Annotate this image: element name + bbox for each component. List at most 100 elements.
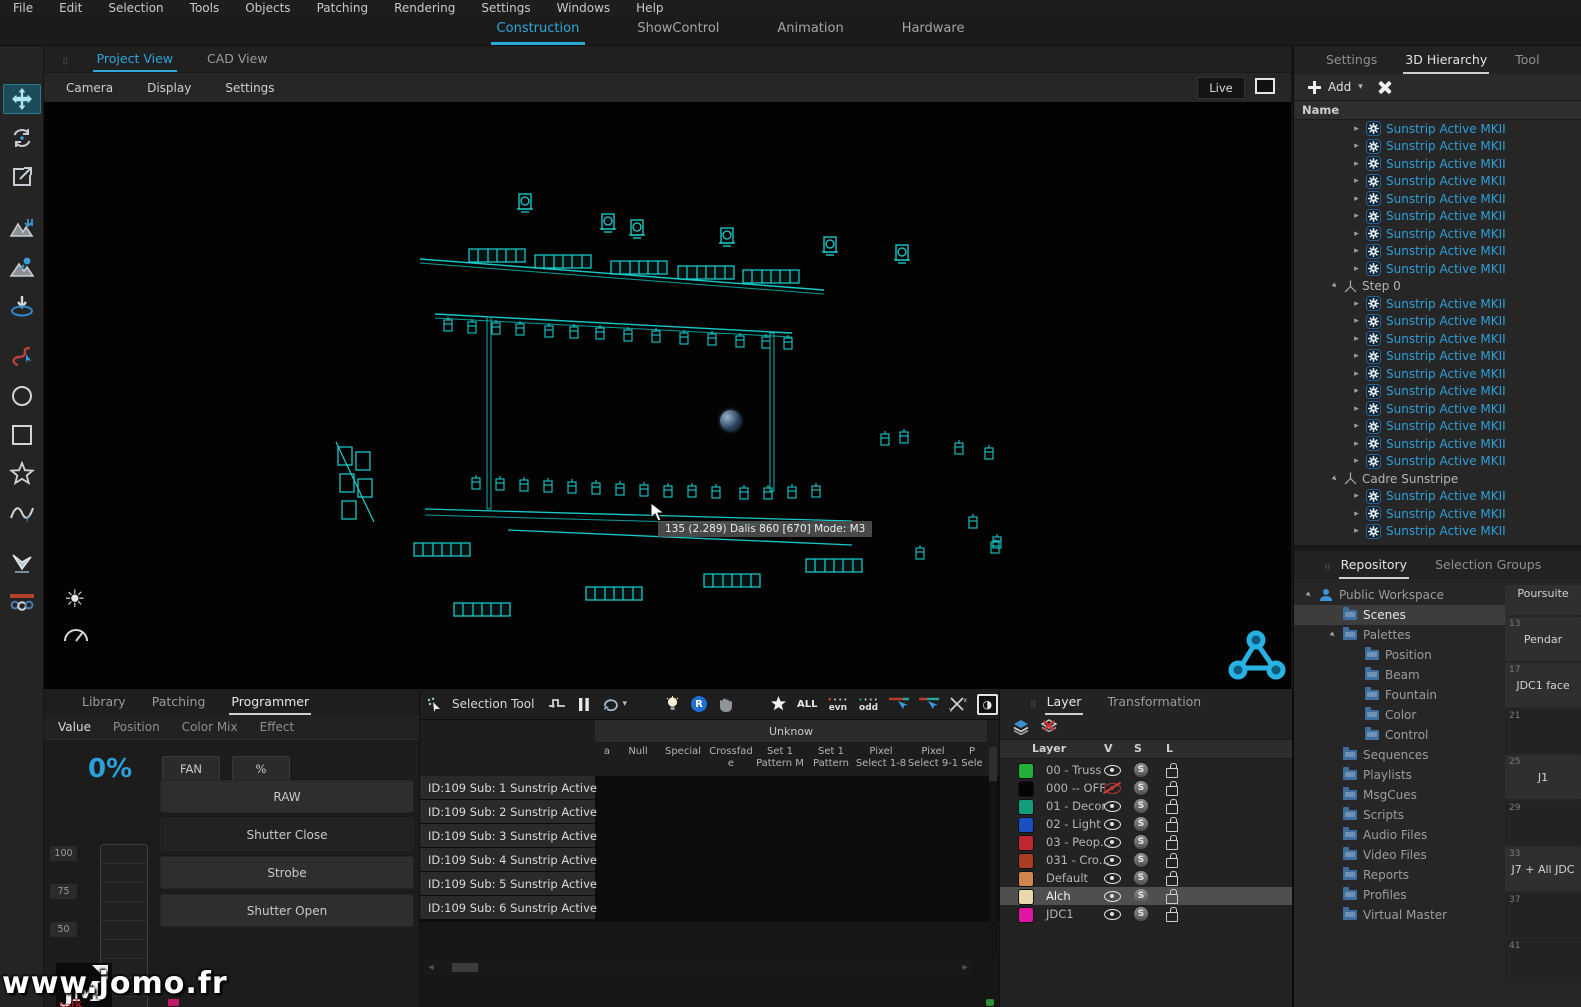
layer-panel-tab[interactable]: Transformation xyxy=(1105,692,1203,715)
repository-tree-row[interactable]: Virtual Master xyxy=(1294,905,1506,925)
expand-arrow-icon[interactable]: ▸ xyxy=(1352,211,1361,221)
programmer-tab[interactable]: Patching xyxy=(150,692,208,715)
value-table-column-header[interactable]: Set 1 Pattern M xyxy=(753,746,807,770)
cue-cell[interactable]: 25 J1 xyxy=(1505,755,1581,799)
viewport-menu-item[interactable]: Settings xyxy=(225,81,274,95)
percent-button[interactable]: % xyxy=(232,756,290,782)
solo-badge-icon[interactable]: S xyxy=(1134,799,1148,813)
programmer-action-button[interactable]: Shutter Open xyxy=(160,894,414,927)
fader-tick-label[interactable]: 50 xyxy=(50,922,77,937)
expand-arrow-icon[interactable]: ▸ xyxy=(1352,351,1361,361)
truss-gears-tool-button[interactable] xyxy=(3,588,41,618)
expand-arrow-icon[interactable]: ▸ xyxy=(1328,280,1341,293)
right-panel-tab[interactable]: 3D Hierarchy xyxy=(1403,50,1489,74)
hierarchy-tree-row[interactable]: ▸ Sunstrip Active MKII xyxy=(1294,225,1581,243)
repository-tree-row[interactable]: Scenes xyxy=(1294,605,1506,625)
layer-color-swatch[interactable] xyxy=(1018,853,1034,869)
solo-badge-icon[interactable]: S xyxy=(1134,835,1148,849)
visibility-eye-icon[interactable] xyxy=(1104,783,1121,794)
cue-cell[interactable]: 21 xyxy=(1505,709,1581,753)
lock-icon[interactable] xyxy=(1166,786,1178,796)
expand-arrow-icon[interactable]: ▸ xyxy=(1352,369,1361,379)
visibility-eye-icon[interactable] xyxy=(1104,819,1121,830)
menu-item[interactable]: Patching xyxy=(304,1,382,15)
drag-handle-icon[interactable] xyxy=(1030,701,1035,711)
menu-item[interactable]: Rendering xyxy=(381,1,468,15)
hierarchy-tree-row[interactable]: ▸ Sunstrip Active MKII xyxy=(1294,295,1581,313)
visibility-eye-icon[interactable] xyxy=(1104,909,1121,920)
programmer-tab[interactable]: Library xyxy=(80,692,128,715)
repository-tree-row[interactable]: Control xyxy=(1294,725,1506,745)
3d-viewport-canvas[interactable]: ☀ 135 (2.289) Dalis 860 [670] Mode: M3 xyxy=(44,102,1291,690)
menu-item[interactable]: Selection xyxy=(95,1,176,15)
menu-item[interactable]: Settings xyxy=(468,1,543,15)
cycle-mode-dropdown[interactable]: ▾ xyxy=(602,695,627,713)
expand-arrow-icon[interactable]: ▸ xyxy=(1352,509,1361,519)
drag-handle-icon[interactable] xyxy=(1324,564,1329,574)
rectangle-tool-button[interactable] xyxy=(3,420,41,450)
repository-tree-row[interactable]: Color xyxy=(1294,705,1506,725)
layer-panel-tab[interactable]: Layer xyxy=(1045,692,1084,715)
terrain-pin-tool-button[interactable] xyxy=(3,252,41,282)
view-tab[interactable]: CAD View xyxy=(203,49,272,72)
repository-tree-row[interactable]: Position xyxy=(1294,645,1506,665)
repository-tree-row[interactable]: ▸ Public Workspace xyxy=(1294,585,1506,605)
sun-light-icon[interactable]: ☀ xyxy=(64,585,86,613)
visibility-eye-icon[interactable] xyxy=(1104,873,1121,884)
expand-arrow-icon[interactable]: ▸ xyxy=(1326,628,1339,641)
value-table-column-header[interactable]: a xyxy=(595,746,619,770)
hierarchy-tree-row[interactable]: ▸ Sunstrip Active MKII xyxy=(1294,313,1581,331)
solo-badge-icon[interactable]: S xyxy=(1134,817,1148,831)
visibility-eye-icon[interactable] xyxy=(1104,891,1121,902)
lock-icon[interactable] xyxy=(1166,894,1178,904)
circle-tool-button[interactable] xyxy=(3,381,41,411)
move-tool-button[interactable] xyxy=(3,84,41,114)
value-table-column-header[interactable]: Pixel Select 9-1 xyxy=(907,746,959,770)
expand-arrow-icon[interactable]: ▸ xyxy=(1352,456,1361,466)
hierarchy-tree-row[interactable]: ▸ Sunstrip Active MKII xyxy=(1294,505,1581,523)
expand-arrow-icon[interactable]: ▸ xyxy=(1352,439,1361,449)
programmer-action-button[interactable]: RAW xyxy=(160,780,414,813)
hierarchy-tree-row[interactable]: ▸ Cadre Sunstripe xyxy=(1294,470,1581,488)
programmer-action-button[interactable]: Strobe xyxy=(160,856,414,889)
view-tab[interactable]: Project View xyxy=(93,49,177,72)
programmer-subtab[interactable]: Effect xyxy=(260,720,295,734)
select-all-button[interactable]: ALL xyxy=(797,699,817,710)
add-dropdown-caret-icon[interactable]: ▾ xyxy=(1358,82,1363,92)
live-button[interactable]: Live xyxy=(1197,77,1245,99)
programmer-action-button[interactable]: Shutter Close xyxy=(160,818,414,851)
expand-arrow-icon[interactable]: ▸ xyxy=(1352,264,1361,274)
expand-arrow-icon[interactable]: ▸ xyxy=(1352,316,1361,326)
hierarchy-tree-row[interactable]: ▸ Sunstrip Active MKII xyxy=(1294,190,1581,208)
expand-arrow-icon[interactable]: ▸ xyxy=(1352,141,1361,151)
range-select-teal-icon[interactable] xyxy=(919,695,939,713)
layer-color-swatch[interactable] xyxy=(1018,799,1034,815)
layer-row[interactable]: 000 -- OFF S xyxy=(1000,779,1292,797)
layer-row[interactable]: Default S xyxy=(1000,869,1292,887)
hierarchy-tree-row[interactable]: ▸ Sunstrip Active MKII xyxy=(1294,383,1581,401)
hierarchy-tree-row[interactable]: ▸ Sunstrip Active MKII xyxy=(1294,488,1581,506)
cue-cell[interactable]: 13 Pendar xyxy=(1505,617,1581,661)
add-icon[interactable] xyxy=(1308,81,1321,94)
pause-icon[interactable] xyxy=(576,695,592,713)
repository-tree-row[interactable]: Playlists xyxy=(1294,765,1506,785)
repository-tree-row[interactable]: Fountain xyxy=(1294,685,1506,705)
lock-icon[interactable] xyxy=(1166,804,1178,814)
detach-window-icon[interactable] xyxy=(1255,78,1275,94)
highlight-bulb-icon[interactable] xyxy=(665,695,681,713)
value-table-column-header[interactable]: Special xyxy=(657,746,709,770)
solo-badge-icon[interactable]: S xyxy=(1134,889,1148,903)
record-mode-badge[interactable]: R xyxy=(691,696,707,712)
invert-xy-icon[interactable]: xy xyxy=(949,695,967,713)
lock-icon[interactable] xyxy=(1166,912,1178,922)
hierarchy-tree-row[interactable]: ▸ Sunstrip Active MKII xyxy=(1294,348,1581,366)
expand-arrow-icon[interactable]: ▸ xyxy=(1352,334,1361,344)
menu-item[interactable]: Objects xyxy=(232,1,303,15)
layer-color-swatch[interactable] xyxy=(1018,907,1034,923)
lock-icon[interactable] xyxy=(1166,876,1178,886)
solo-badge-icon[interactable]: S xyxy=(1134,907,1148,921)
layer-row[interactable]: Alch S xyxy=(1000,887,1292,905)
value-table-column-header[interactable]: Null xyxy=(619,746,657,770)
mask-toggle-icon[interactable]: ◑ xyxy=(977,694,998,715)
right-panel-tab[interactable]: Tool xyxy=(1513,50,1541,74)
